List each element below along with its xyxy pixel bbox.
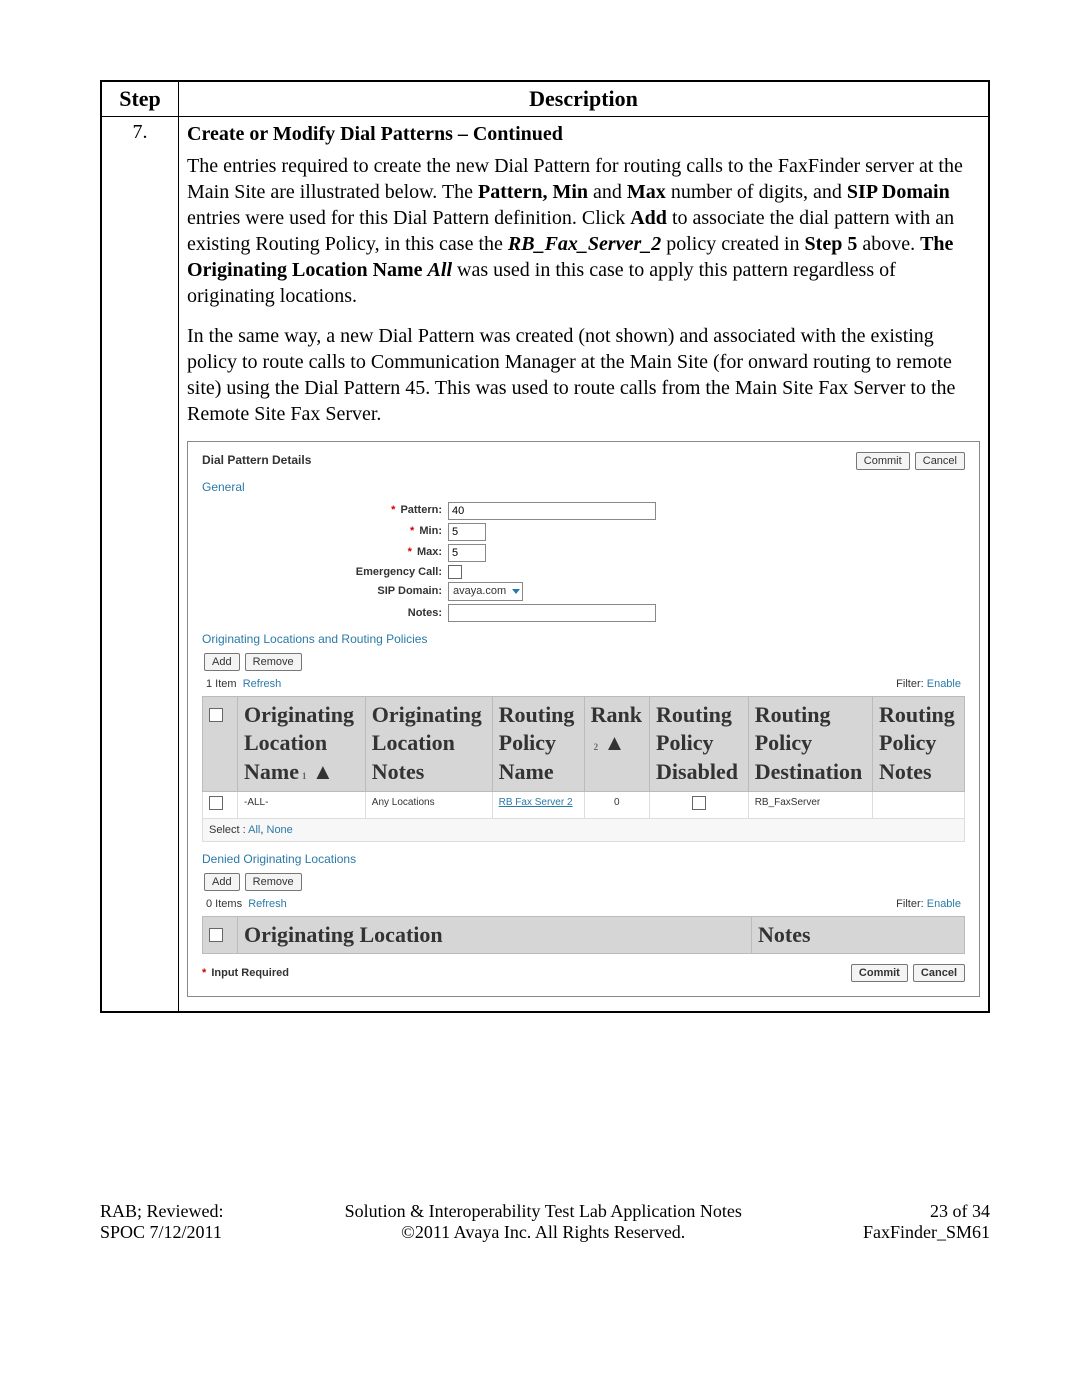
header-description: Description [179,81,990,117]
max-label: * Max: [202,545,448,559]
page-footer: RAB; Reviewed: SPOC 7/12/2011 Solution &… [100,1201,990,1243]
pattern-label: * Pattern: [202,503,448,517]
pattern-input[interactable] [448,502,656,520]
rp-disabled-checkbox[interactable] [692,796,706,810]
footer-center: Solution & Interoperability Test Lab App… [345,1201,742,1243]
emergency-checkbox[interactable] [448,565,462,579]
denied-select-all-checkbox[interactable] [209,928,223,942]
col-rp-name[interactable]: Routing Policy Name [492,696,584,791]
select-none-link[interactable]: None [267,824,293,836]
row-checkbox[interactable] [209,796,223,810]
header-step: Step [101,81,179,117]
item-count-row: 1 Item Refresh Filter: Enable [202,675,965,693]
dial-pattern-panel: Dial Pattern Details Commit Cancel Gener… [187,441,980,997]
panel-title: Dial Pattern Details [202,453,311,469]
add-button[interactable]: Add [204,653,240,671]
denied-count-row: 0 Items Refresh Filter: Enable [202,895,965,913]
step-table: Step Description 7. Create or Modify Dia… [100,80,990,1013]
footer-left: RAB; Reviewed: SPOC 7/12/2011 [100,1201,224,1243]
cancel-button-bottom[interactable]: Cancel [913,964,965,982]
orig-table: Originating Location Name1 ▲ Originating… [202,696,965,819]
denied-refresh-link[interactable]: Refresh [248,898,287,910]
commit-button-bottom[interactable]: Commit [851,964,908,982]
notes-label: Notes: [202,606,448,620]
col-rp-notes[interactable]: Routing Policy Notes [873,696,965,791]
sipdomain-label: SIP Domain: [202,584,448,598]
step-description: Create or Modify Dial Patterns – Continu… [179,117,990,1013]
top-buttons: Commit Cancel [854,452,965,470]
emergency-label: Emergency Call: [202,565,448,579]
col-denied-notes[interactable]: Notes [752,916,965,954]
col-rp-dest[interactable]: Routing Policy Destination [748,696,872,791]
select-all-link[interactable]: All [248,824,260,836]
remove-button[interactable]: Remove [245,653,302,671]
min-label: * Min: [202,524,448,538]
select-all-checkbox[interactable] [209,708,223,722]
notes-input[interactable] [448,604,656,622]
min-input[interactable] [448,523,486,541]
col-orig-notes[interactable]: Originating Location Notes [365,696,492,791]
refresh-link[interactable]: Refresh [243,678,282,690]
step-title: Create or Modify Dial Patterns – Continu… [187,121,980,147]
paragraph-2: In the same way, a new Dial Pattern was … [187,323,980,427]
general-section: General [202,480,965,496]
col-rp-disabled[interactable]: Routing Policy Disabled [650,696,749,791]
orig-section: Originating Locations and Routing Polici… [202,632,965,648]
denied-table: Originating Location Notes [202,916,965,955]
denied-section: Denied Originating Locations [202,852,965,868]
col-orig-name[interactable]: Originating Location Name1 ▲ [238,696,366,791]
denied-filter-enable-link[interactable]: Enable [927,898,961,910]
bottom-buttons: Commit Cancel [849,964,965,982]
footer-right: 23 of 34 FaxFinder_SM61 [863,1201,990,1243]
col-rank[interactable]: Rank 2 ▲ [584,696,649,791]
cancel-button[interactable]: Cancel [915,452,965,470]
paragraph-1: The entries required to create the new D… [187,153,980,309]
filter-enable-link[interactable]: Enable [927,678,961,690]
denied-remove-button[interactable]: Remove [245,873,302,891]
input-required-label: * Input Required [202,966,289,980]
sipdomain-select[interactable]: avaya.com [448,582,523,601]
col-denied-orig-loc[interactable]: Originating Location [238,916,752,954]
commit-button[interactable]: Commit [856,452,910,470]
table-row: -ALL- Any Locations RB Fax Server 2 0 RB… [203,791,965,818]
denied-add-button[interactable]: Add [204,873,240,891]
rp-name-link[interactable]: RB Fax Server 2 [499,797,573,808]
chevron-down-icon [512,589,520,594]
step-number: 7. [101,117,179,1013]
max-input[interactable] [448,544,486,562]
select-row: Select : All, None [202,819,965,842]
